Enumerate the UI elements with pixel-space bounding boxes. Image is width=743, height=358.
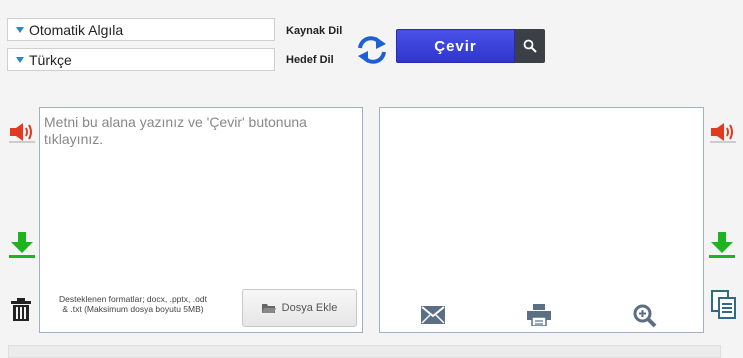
chevron-down-icon	[16, 56, 24, 63]
translation-output-panel[interactable]	[379, 107, 704, 333]
supported-formats-note: Desteklenen formatlar; docx, .pptx, .odt…	[44, 294, 222, 314]
add-file-button[interactable]: Dosya Ekle	[242, 289, 357, 327]
speaker-icon[interactable]	[9, 121, 35, 148]
search-button[interactable]	[515, 29, 545, 63]
translate-button[interactable]: Çevir	[396, 29, 515, 63]
source-text-placeholder: Metni bu alana yazınız ve 'Çevir' butonu…	[44, 114, 307, 147]
copy-icon[interactable]	[710, 290, 738, 325]
target-language-label: Hedef Dil	[286, 54, 334, 66]
formats-line-1: Desteklenen formatlar; docx, .pptx, .odt	[59, 294, 207, 304]
source-text-panel[interactable]: Metni bu alana yazınız ve 'Çevir' butonu…	[39, 107, 363, 333]
zoom-icon[interactable]	[633, 304, 657, 333]
source-language-select[interactable]: Otomatik Algıla	[7, 18, 275, 41]
source-language-label: Kaynak Dil	[286, 25, 343, 37]
folder-icon	[261, 303, 276, 313]
mail-icon[interactable]	[421, 306, 445, 329]
chevron-down-icon	[16, 26, 24, 33]
formats-line-2: & .txt (Maksimum dosya boyutu 5MB)	[62, 304, 204, 314]
speaker-icon[interactable]	[710, 121, 736, 148]
download-icon[interactable]	[8, 231, 36, 264]
target-language-value: Türkçe	[29, 51, 72, 68]
swap-languages-icon[interactable]	[356, 34, 388, 66]
bottom-bar	[8, 345, 721, 358]
download-icon[interactable]	[708, 231, 736, 264]
target-language-select[interactable]: Türkçe	[7, 48, 275, 71]
add-file-label: Dosya Ekle	[281, 302, 338, 314]
search-icon	[523, 39, 537, 53]
source-language-value: Otomatik Algıla	[29, 21, 124, 38]
print-icon[interactable]	[527, 304, 551, 331]
trash-icon[interactable]	[9, 297, 33, 328]
